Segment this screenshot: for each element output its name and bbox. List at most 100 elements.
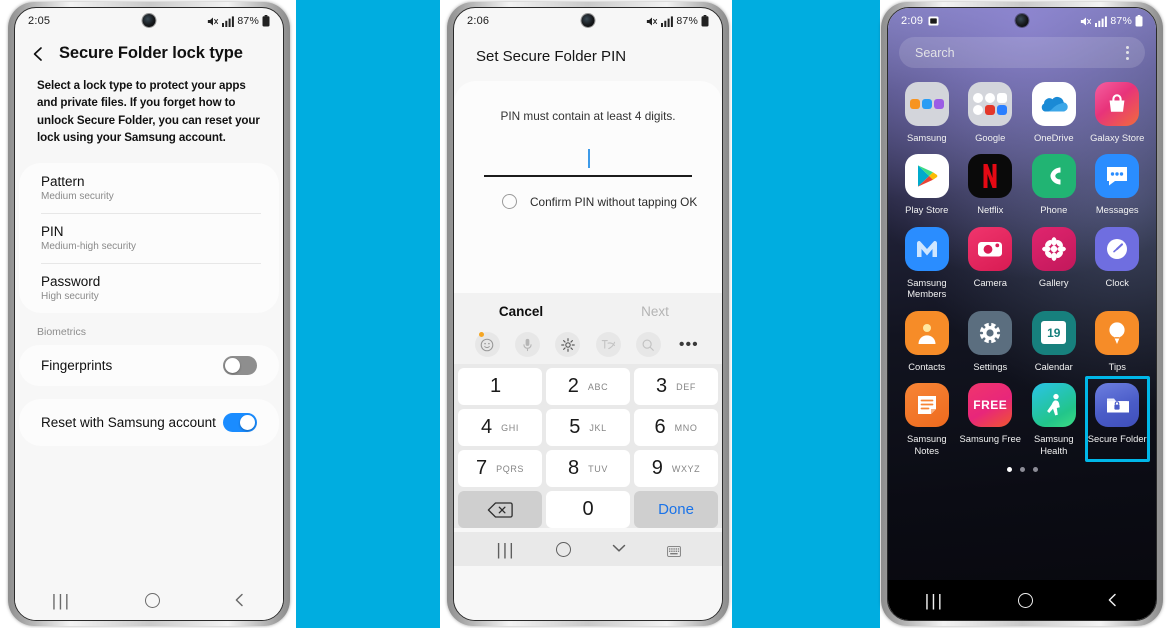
app-phone[interactable]: Phone bbox=[1022, 154, 1086, 215]
next-button[interactable]: Next bbox=[588, 293, 722, 329]
confirm-pin-option-row[interactable]: Confirm PIN without tapping OK bbox=[502, 194, 722, 209]
key-8[interactable]: 8 TUV bbox=[546, 450, 630, 487]
home-icon[interactable] bbox=[144, 592, 160, 608]
page-dot-3[interactable] bbox=[1032, 467, 1038, 473]
fingerprints-row[interactable]: Fingerprints bbox=[19, 345, 279, 386]
app-galaxy-store[interactable]: Galaxy Store bbox=[1086, 82, 1150, 143]
confirm-pin-label: Confirm PIN without tapping OK bbox=[530, 194, 698, 209]
app-label: Camera bbox=[973, 276, 1007, 288]
app-row: Samsung Google OneDrive Galaxy Store bbox=[895, 82, 1149, 143]
app-label: Galaxy Store bbox=[1090, 132, 1145, 143]
back-icon[interactable] bbox=[1106, 593, 1119, 607]
handwriting-icon[interactable] bbox=[589, 332, 627, 357]
more-options-icon[interactable]: ••• bbox=[670, 337, 708, 352]
samsung-members-icon bbox=[904, 226, 949, 271]
app-samsung-folder[interactable]: Samsung bbox=[895, 82, 959, 143]
back-arrow-icon[interactable] bbox=[30, 46, 46, 62]
app-samsung-health[interactable]: Samsung Health bbox=[1022, 383, 1086, 456]
home-icon[interactable] bbox=[556, 541, 572, 557]
search-icon[interactable] bbox=[629, 332, 667, 357]
recents-icon[interactable]: ||| bbox=[52, 592, 71, 609]
keyboard-switch-icon[interactable] bbox=[666, 544, 681, 557]
key-0[interactable]: 0 bbox=[546, 491, 630, 528]
app-label: Secure Folder bbox=[1087, 433, 1147, 445]
app-calendar[interactable]: 19 Calendar bbox=[1022, 310, 1086, 372]
search-bar[interactable]: Search bbox=[899, 37, 1145, 68]
key-7[interactable]: 7 PQRS bbox=[458, 450, 542, 487]
screenshot-stage: 2:05 87% Secure Folder lock type Select … bbox=[0, 0, 1168, 628]
keypad-row: 1 2 ABC 3 DEF bbox=[458, 368, 718, 405]
key-3[interactable]: 3 DEF bbox=[634, 368, 718, 405]
signal-icon bbox=[1095, 15, 1108, 27]
home-icon[interactable] bbox=[1017, 592, 1033, 608]
app-messages[interactable]: Messages bbox=[1086, 154, 1150, 215]
app-settings[interactable]: Settings bbox=[959, 310, 1023, 372]
hide-keyboard-icon[interactable] bbox=[612, 540, 626, 558]
cancel-button[interactable]: Cancel bbox=[454, 293, 588, 329]
reset-account-toggle[interactable] bbox=[223, 412, 257, 432]
secure-folder-icon bbox=[1095, 383, 1140, 428]
emoji-icon[interactable] bbox=[468, 332, 506, 357]
more-options-icon[interactable] bbox=[1126, 45, 1129, 60]
fingerprints-toggle[interactable] bbox=[223, 355, 257, 375]
key-4[interactable]: 4 GHI bbox=[458, 409, 542, 446]
reset-with-samsung-account-row[interactable]: Reset with Samsung account bbox=[19, 399, 279, 446]
app-secure-folder[interactable]: Secure Folder bbox=[1084, 376, 1150, 463]
page-indicator-dots bbox=[888, 467, 1156, 473]
app-onedrive[interactable]: OneDrive bbox=[1022, 82, 1086, 143]
app-samsung-free[interactable]: FREE Samsung Free bbox=[959, 383, 1023, 456]
phone-2-set-secure-folder-pin: 2:06 87% Set Secure Folder PIN PIN must … bbox=[447, 2, 729, 626]
battery-percent: 87% bbox=[1110, 15, 1132, 27]
battery-icon bbox=[262, 15, 270, 27]
mute-icon bbox=[1080, 16, 1092, 27]
front-camera-punch-hole bbox=[581, 14, 595, 27]
recents-icon[interactable]: ||| bbox=[925, 592, 944, 609]
search-input[interactable]: Search bbox=[915, 46, 955, 60]
app-label: Gallery bbox=[1038, 276, 1069, 288]
app-samsung-notes[interactable]: Samsung Notes bbox=[895, 383, 959, 456]
app-netflix[interactable]: Netflix bbox=[959, 154, 1023, 215]
app-row: Contacts Settings 19 Calendar Tips bbox=[895, 310, 1150, 372]
app-tips[interactable]: Tips bbox=[1086, 310, 1150, 372]
app-camera[interactable]: Camera bbox=[959, 226, 1023, 300]
pin-screen-body: Set Secure Folder PIN PIN must contain a… bbox=[454, 34, 722, 620]
key-6[interactable]: 6 MNO bbox=[634, 409, 718, 446]
app-google-folder[interactable]: Google bbox=[959, 82, 1023, 143]
calendar-day: 19 bbox=[1041, 321, 1067, 345]
page-dot-2[interactable] bbox=[1019, 467, 1025, 473]
recents-icon[interactable]: ||| bbox=[496, 541, 515, 558]
done-button[interactable]: Done bbox=[634, 491, 718, 528]
key-9[interactable]: 9 WXYZ bbox=[634, 450, 718, 487]
lock-type-option-pin[interactable]: PIN Medium-high security bbox=[19, 212, 279, 263]
page-dot-1[interactable] bbox=[1006, 467, 1012, 473]
phone-3-home-screen: 2:09 87% Search Samsung Google OneDrive … bbox=[881, 2, 1163, 626]
radio-button-icon[interactable] bbox=[502, 194, 517, 209]
backspace-icon[interactable] bbox=[458, 491, 542, 528]
app-contacts[interactable]: Contacts bbox=[895, 310, 959, 372]
app-label: Google bbox=[975, 132, 1006, 143]
app-samsung-members[interactable]: Samsung Members bbox=[895, 226, 959, 300]
text-caret bbox=[588, 149, 590, 168]
app-clock[interactable]: Clock bbox=[1086, 226, 1150, 300]
settings-gear-icon[interactable] bbox=[549, 332, 587, 357]
app-gallery[interactable]: Gallery bbox=[1022, 226, 1086, 300]
key-2[interactable]: 2 ABC bbox=[546, 368, 630, 405]
play-store-icon bbox=[904, 154, 949, 199]
background-panel-left bbox=[296, 0, 440, 628]
system-navigation-bar: ||| bbox=[454, 532, 722, 566]
pin-input[interactable] bbox=[484, 149, 692, 177]
status-bar: 2:06 87% bbox=[454, 8, 722, 34]
back-icon[interactable] bbox=[233, 593, 246, 607]
lock-type-option-pattern[interactable]: Pattern Medium security bbox=[19, 163, 279, 213]
signal-icon bbox=[661, 15, 674, 27]
microphone-icon[interactable] bbox=[508, 332, 546, 357]
biometrics-section-label: Biometrics bbox=[37, 325, 87, 338]
key-1[interactable]: 1 bbox=[458, 368, 542, 405]
app-label: Clock bbox=[1105, 276, 1129, 288]
system-navigation-bar: ||| bbox=[888, 580, 1156, 620]
pin-entry-sheet: PIN must contain at least 4 digits. Conf… bbox=[454, 81, 722, 293]
app-play-store[interactable]: Play Store bbox=[895, 154, 959, 215]
key-5[interactable]: 5 JKL bbox=[546, 409, 630, 446]
lock-type-option-password[interactable]: Password High security bbox=[19, 262, 279, 313]
input-underline bbox=[484, 175, 692, 177]
